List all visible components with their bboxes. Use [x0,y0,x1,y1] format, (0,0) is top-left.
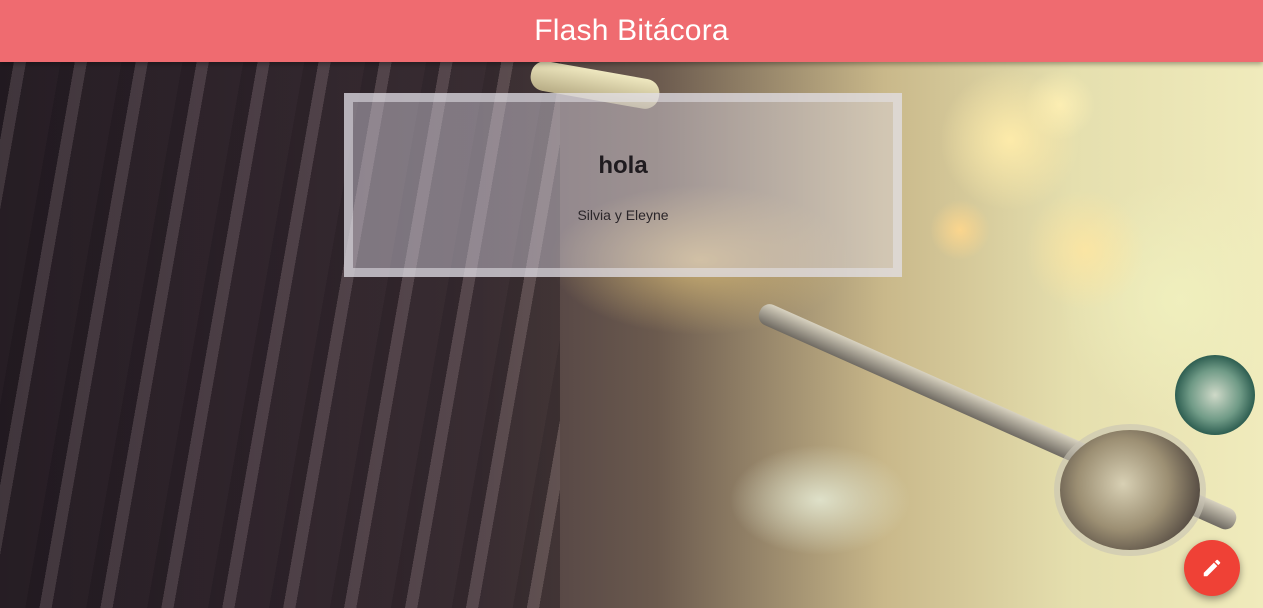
background-lamp [1060,430,1200,550]
post-card[interactable]: hola Silvia y Eleyne [344,93,902,277]
app-root: Flash Bitácora hola Silvia y Eleyne [0,0,1263,608]
post-title: hola [598,152,648,179]
background-bell [1175,355,1255,435]
post-author: Silvia y Eleyne [577,207,669,223]
app-title: Flash Bitácora [534,14,729,47]
new-post-button[interactable] [1184,540,1240,596]
pencil-icon [1201,557,1223,579]
background-photo [0,0,1263,608]
app-header: Flash Bitácora [0,0,1263,62]
